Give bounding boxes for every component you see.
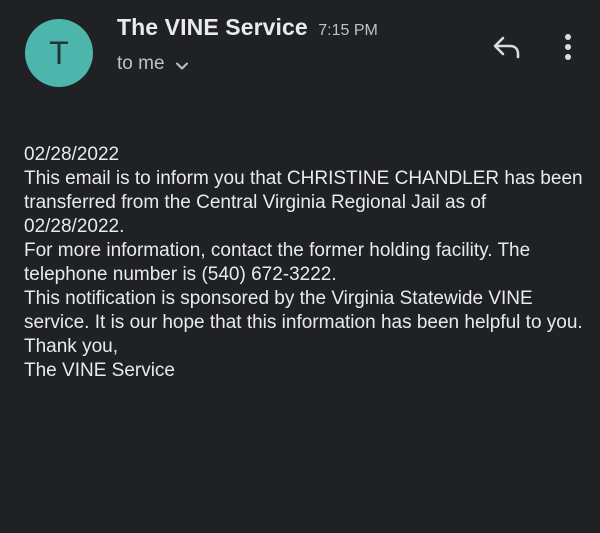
more-vert-icon <box>556 34 580 68</box>
recipient-label: to me <box>117 53 165 74</box>
message-paragraph-transfer: This email is to inform you that CHRISTI… <box>24 168 583 237</box>
recipient-details-toggle[interactable]: to me <box>117 53 189 75</box>
sender-avatar[interactable]: T <box>25 19 93 87</box>
reply-button[interactable] <box>490 32 524 62</box>
email-body: 02/28/2022 This email is to inform you t… <box>24 143 584 383</box>
chevron-down-icon <box>175 57 189 71</box>
message-signature: The VINE Service <box>24 360 175 381</box>
more-options-button[interactable] <box>556 30 580 64</box>
sender-name[interactable]: The VINE Service <box>117 14 308 40</box>
sent-time: 7:15 PM <box>318 22 378 39</box>
sender-line: The VINE Service 7:15 PM <box>117 14 378 41</box>
message-paragraph-contact: For more information, contact the former… <box>24 240 531 285</box>
avatar-letter: T <box>49 34 69 71</box>
message-paragraph-sponsor: This notification is sponsored by the Vi… <box>24 288 583 333</box>
message-date: 02/28/2022 <box>24 144 120 165</box>
message-closing: Thank you, <box>24 336 118 357</box>
reply-icon <box>490 36 524 66</box>
email-header: T The VINE Service 7:15 PM to me <box>0 0 600 100</box>
